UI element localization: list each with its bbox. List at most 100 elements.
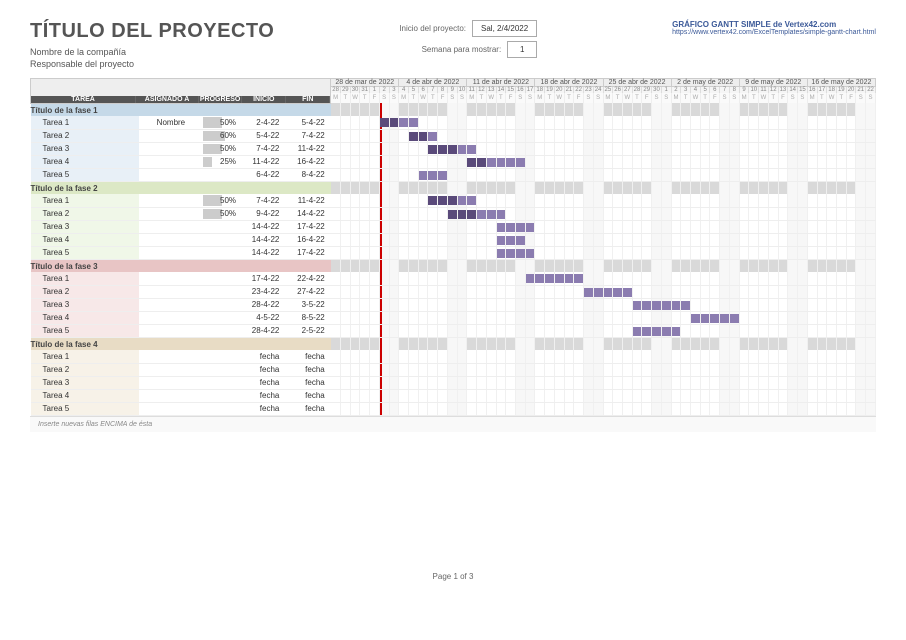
- task-start: 14-4-22: [240, 220, 285, 233]
- start-date-input[interactable]: Sal, 2/4/2022: [472, 20, 537, 37]
- gantt-bar: [633, 327, 642, 336]
- dow-header: F: [574, 93, 584, 103]
- task-progress: [203, 233, 240, 246]
- task-row: Tarea 328-4-223-5-22: [31, 298, 876, 311]
- gantt-bar: [652, 327, 661, 336]
- gantt-bar: [477, 158, 486, 167]
- task-assigned: [139, 350, 204, 363]
- gantt-bar: [399, 118, 408, 127]
- task-assigned: [139, 402, 204, 415]
- gantt-bar: [516, 236, 525, 245]
- task-progress: [203, 272, 240, 285]
- dow-header: T: [632, 93, 642, 103]
- task-progress: [203, 246, 240, 259]
- task-name: Tarea 4: [31, 311, 139, 324]
- task-start: 4-5-22: [240, 311, 285, 324]
- dow-header: W: [350, 93, 360, 103]
- task-progress: [203, 285, 240, 298]
- chart-source-link[interactable]: https://www.vertex42.com/ExcelTemplates/…: [672, 29, 876, 36]
- gantt-bar: [448, 145, 457, 154]
- week-header: 18 de abr de 2022: [535, 79, 603, 87]
- task-progress: 50%: [203, 116, 240, 129]
- day-header: 13: [486, 87, 496, 94]
- gantt-bar: [458, 145, 467, 154]
- task-name: Tarea 4: [31, 389, 139, 402]
- gantt-bar: [428, 196, 437, 205]
- dow-header: W: [622, 93, 632, 103]
- task-row: Tarea 3fechafecha: [31, 376, 876, 389]
- task-progress: 50%: [203, 142, 240, 155]
- task-end: 17-4-22: [285, 220, 330, 233]
- dow-header: T: [681, 93, 691, 103]
- task-end: 11-4-22: [285, 194, 330, 207]
- gantt-bar: [691, 314, 700, 323]
- gantt-bar: [419, 171, 428, 180]
- dow-header: M: [535, 93, 545, 103]
- dow-header: F: [370, 93, 380, 103]
- col-task: TAREA: [31, 96, 136, 103]
- dow-header: T: [409, 93, 419, 103]
- day-header: 11: [759, 87, 769, 94]
- gantt-bar: [516, 158, 525, 167]
- task-name: Tarea 2: [31, 207, 139, 220]
- task-end: 3-5-22: [285, 298, 330, 311]
- task-end: 11-4-22: [285, 142, 330, 155]
- gantt-bar: [526, 274, 535, 283]
- task-start: 14-4-22: [240, 233, 285, 246]
- task-row: Tarea 414-4-2216-4-22: [31, 233, 876, 246]
- dow-header: T: [613, 93, 623, 103]
- task-start: 2-4-22: [240, 116, 285, 129]
- dow-header: T: [564, 93, 574, 103]
- task-start: 28-4-22: [240, 298, 285, 311]
- gantt-bar: [467, 158, 476, 167]
- phase-row: Título de la fase 3: [31, 259, 876, 272]
- gantt-bar: [497, 249, 506, 258]
- task-name: Tarea 2: [31, 129, 139, 142]
- task-start: 9-4-22: [240, 207, 285, 220]
- task-end: 17-4-22: [285, 246, 330, 259]
- col-assigned: ASIGNADO A: [136, 96, 199, 103]
- task-start: fecha: [240, 363, 285, 376]
- week-header: 9 de may de 2022: [739, 79, 807, 87]
- task-assigned: [139, 194, 204, 207]
- dow-header: T: [360, 93, 370, 103]
- gantt-bar: [438, 196, 447, 205]
- week-show-label: Semana para mostrar:: [422, 45, 502, 54]
- gantt-bar: [497, 210, 506, 219]
- gantt-bar: [506, 249, 515, 258]
- gantt-bar: [584, 288, 593, 297]
- day-header: 12: [477, 87, 487, 94]
- dow-header: S: [661, 93, 671, 103]
- week-header: 25 de abr de 2022: [603, 79, 671, 87]
- task-assigned: [139, 376, 204, 389]
- task-progress: 50%: [203, 207, 240, 220]
- task-end: fecha: [285, 376, 330, 389]
- task-progress: [203, 376, 240, 389]
- gantt-bar: [730, 314, 739, 323]
- task-row: Tarea 5fechafecha: [31, 402, 876, 415]
- chart-source-title: GRÁFICO GANTT SIMPLE de Vertex42.com: [672, 20, 876, 29]
- task-assigned: [139, 155, 204, 168]
- day-header: 18: [827, 87, 837, 94]
- task-progress: [203, 220, 240, 233]
- task-row: Tarea 44-5-228-5-22: [31, 311, 876, 324]
- dow-header: S: [856, 93, 866, 103]
- day-header: 19: [836, 87, 846, 94]
- task-row: Tarea 1fechafecha: [31, 350, 876, 363]
- dow-header: S: [866, 93, 876, 103]
- dow-header: T: [428, 93, 438, 103]
- task-end: 5-4-22: [285, 116, 330, 129]
- task-end: 27-4-22: [285, 285, 330, 298]
- gantt-bar: [672, 301, 681, 310]
- phase-row: Título de la fase 1: [31, 103, 876, 116]
- week-show-input[interactable]: 1: [507, 41, 537, 58]
- task-progress: [203, 324, 240, 337]
- dow-header: T: [768, 93, 778, 103]
- dow-header: S: [593, 93, 603, 103]
- dow-header: M: [331, 93, 341, 103]
- dow-header: S: [729, 93, 739, 103]
- task-progress: [203, 402, 240, 415]
- week-header: 16 de may de 2022: [807, 79, 875, 87]
- day-header: 16: [515, 87, 525, 94]
- week-header: 11 de abr de 2022: [467, 79, 535, 87]
